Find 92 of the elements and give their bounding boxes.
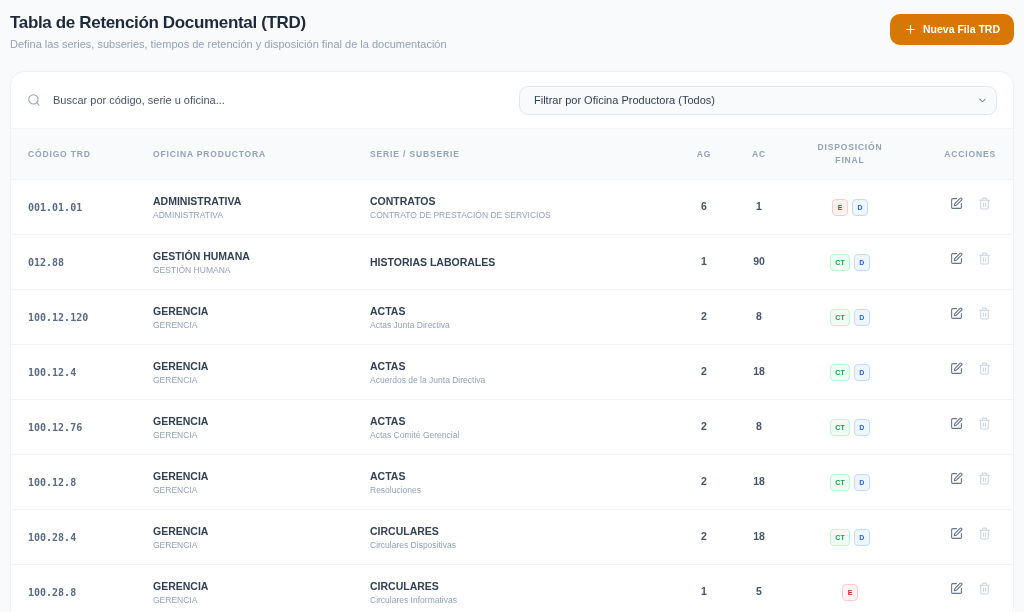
- code-text: 100.28.8: [28, 585, 77, 600]
- edit-button[interactable]: [949, 471, 963, 485]
- ac-value: 90: [753, 254, 765, 270]
- trash-icon: [977, 251, 991, 265]
- office-name: GESTIÓN HUMANA: [153, 248, 250, 263]
- ac-value: 18: [753, 474, 765, 490]
- page-subtitle: Defina las series, subseries, tiempos de retención y disposición final de la documentación: [10, 37, 447, 51]
- code-text: 100.12.120: [28, 310, 89, 325]
- series-name: ACTAS: [370, 303, 406, 318]
- office-subname: GERENCIA: [153, 483, 198, 496]
- ac-value: 18: [753, 364, 765, 380]
- ac-value: 5: [756, 584, 762, 600]
- office-name: GERENCIA: [153, 468, 209, 483]
- ag-value: 1: [701, 254, 707, 270]
- subseries-name: Acuerdos de la Junta Directiva: [370, 373, 486, 386]
- series-name: ACTAS: [370, 468, 406, 483]
- code-text: 012.88: [28, 255, 65, 270]
- pencil-square-icon: [949, 526, 963, 540]
- edit-button[interactable]: [949, 526, 963, 540]
- code-text: 001.01.01: [28, 200, 83, 215]
- office-subname: GERENCIA: [153, 373, 198, 386]
- ac-value: 8: [756, 309, 762, 325]
- pencil-square-icon: [949, 581, 963, 595]
- column-header: OFICINA PRODUCTORA: [153, 147, 267, 161]
- page-title: Tabla de Retención Documental (TRD): [10, 12, 306, 34]
- edit-button[interactable]: [949, 306, 963, 320]
- pencil-square-icon: [949, 251, 963, 265]
- office-name: GERENCIA: [153, 578, 209, 593]
- subseries-name: Circulares Dispositivas: [370, 538, 456, 551]
- ag-value: 1: [701, 584, 707, 600]
- code-text: 100.12.4: [28, 365, 77, 380]
- pencil-square-icon: [949, 306, 963, 320]
- office-subname: GERENCIA: [153, 318, 198, 331]
- ac-value: 8: [756, 419, 762, 435]
- series-name: HISTORIAS LABORALES: [370, 255, 496, 269]
- pencil-square-icon: [949, 196, 963, 210]
- edit-button[interactable]: [949, 416, 963, 430]
- ag-value: 2: [701, 364, 707, 380]
- office-name: ADMINISTRATIVA: [153, 193, 242, 208]
- column-header: CÓDIGO TRD: [28, 147, 91, 161]
- ac-value: 1: [756, 199, 762, 215]
- ag-value: 2: [701, 419, 707, 435]
- ag-value: 2: [701, 309, 707, 325]
- subseries-name: Actas Comité Gerencial: [370, 428, 460, 441]
- trash-icon: [977, 196, 991, 210]
- code-text: 100.12.8: [28, 475, 77, 490]
- ac-value: 18: [753, 529, 765, 545]
- trash-icon: [977, 306, 991, 320]
- pencil-square-icon: [949, 361, 963, 375]
- series-name: CONTRATOS: [370, 193, 436, 208]
- plus-icon: [903, 23, 917, 36]
- series-name: ACTAS: [370, 413, 406, 428]
- trash-icon: [977, 581, 991, 595]
- search-icon: [27, 93, 41, 107]
- subseries-name: Actas Junta Directiva: [370, 318, 450, 331]
- office-name: GERENCIA: [153, 413, 209, 428]
- subseries-name: Resoluciones: [370, 483, 422, 496]
- code-text: 100.28.4: [28, 530, 77, 545]
- office-name: GERENCIA: [153, 303, 209, 318]
- trash-icon: [977, 416, 991, 430]
- edit-button[interactable]: [949, 251, 963, 265]
- office-subname: GERENCIA: [153, 538, 198, 551]
- series-name: CIRCULARES: [370, 578, 439, 593]
- column-header: SERIE / SUBSERIE: [370, 147, 460, 161]
- office-subname: GESTIÓN HUMANA: [153, 263, 231, 276]
- ag-value: 2: [701, 474, 707, 490]
- column-header: ACCIONES: [944, 147, 996, 161]
- office-name: GERENCIA: [153, 358, 209, 373]
- column-header: DISPOSICIÓN FINAL: [816, 141, 884, 167]
- trash-icon: [977, 361, 991, 375]
- trash-icon: [977, 471, 991, 485]
- series-name: CIRCULARES: [370, 523, 439, 538]
- pencil-square-icon: [949, 416, 963, 430]
- office-subname: GERENCIA: [153, 428, 198, 441]
- office-subname: ADMINISTRATIVA: [153, 208, 224, 221]
- subseries-name: Circulares Informativas: [370, 593, 457, 606]
- edit-button[interactable]: [949, 196, 963, 210]
- edit-button[interactable]: [949, 361, 963, 375]
- pencil-square-icon: [949, 471, 963, 485]
- column-header: AC: [752, 147, 766, 161]
- ag-value: 2: [701, 529, 707, 545]
- edit-button[interactable]: [949, 581, 963, 595]
- subseries-name: CONTRATO DE PRESTACIÓN DE SERVICIOS: [370, 208, 551, 221]
- search-field[interactable]: Buscar por código, serie u oficina...: [53, 88, 507, 112]
- ag-value: 6: [701, 199, 707, 215]
- column-header: AG: [696, 147, 712, 161]
- trash-icon: [977, 526, 991, 540]
- office-filter-select[interactable]: Filtrar por Oficina Productora (Todos): [519, 85, 997, 115]
- series-name: ACTAS: [370, 358, 406, 373]
- code-text: 100.12.76: [28, 420, 83, 435]
- office-subname: GERENCIA: [153, 593, 198, 606]
- office-name: GERENCIA: [153, 523, 209, 538]
